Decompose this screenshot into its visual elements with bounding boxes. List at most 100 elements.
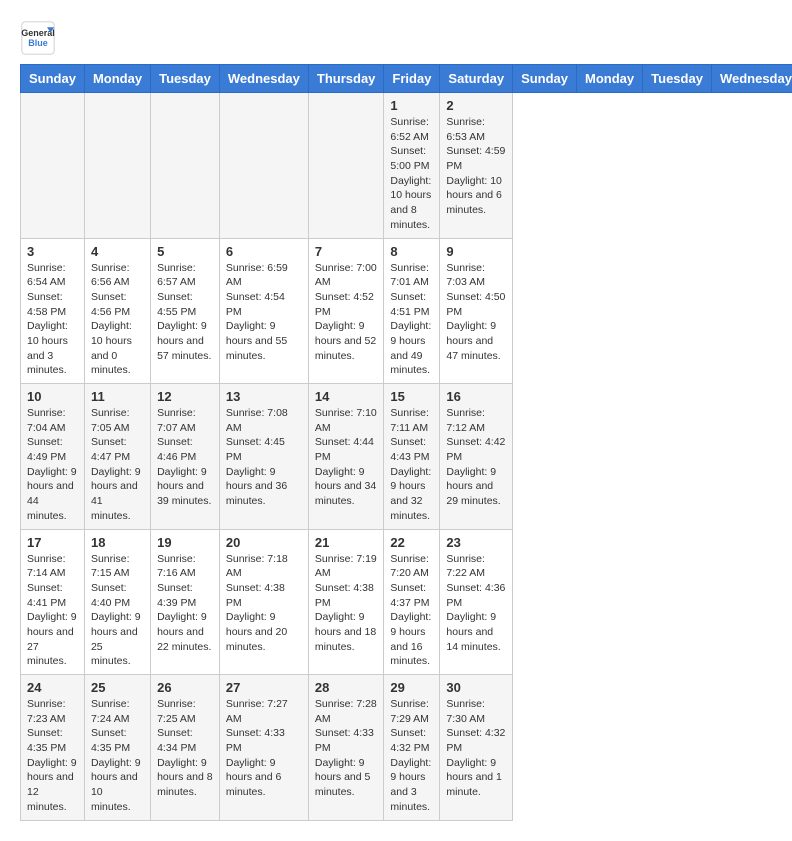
day-number: 17 xyxy=(27,535,78,550)
cell-info: Sunrise: 7:10 AM Sunset: 4:44 PM Dayligh… xyxy=(315,406,378,509)
calendar-cell: 13 Sunrise: 7:08 AM Sunset: 4:45 PM Dayli… xyxy=(219,384,308,530)
calendar-cell xyxy=(219,93,308,239)
cell-info: Sunrise: 6:56 AM Sunset: 4:56 PM Dayligh… xyxy=(91,261,144,379)
cell-info: Sunrise: 7:07 AM Sunset: 4:46 PM Dayligh… xyxy=(157,406,213,509)
day-number: 25 xyxy=(91,680,144,695)
day-number: 6 xyxy=(226,244,302,259)
day-number: 8 xyxy=(390,244,433,259)
day-number: 1 xyxy=(390,98,433,113)
calendar-cell: 21Sunrise: 7:19 AM Sunset: 4:38 PM Dayli… xyxy=(308,529,384,675)
calendar-week-row: 3 Sunrise: 6:54 AM Sunset: 4:58 PM Daylig… xyxy=(21,238,792,384)
day-number: 11 xyxy=(91,389,144,404)
calendar-cell: 17 Sunrise: 7:14 AM Sunset: 4:41 PM Dayli… xyxy=(21,529,85,675)
calendar-cell: 29 Sunrise: 7:29 AM Sunset: 4:32 PM Dayli… xyxy=(384,675,440,821)
calendar-cell xyxy=(308,93,384,239)
cell-info: Sunrise: 7:20 AM Sunset: 4:37 PM Dayligh… xyxy=(390,552,433,670)
logo: General Blue xyxy=(20,20,60,56)
day-number: 20 xyxy=(226,535,302,550)
day-header-saturday: Saturday xyxy=(440,65,513,93)
cell-info: Sunrise: 7:11 AM Sunset: 4:43 PM Dayligh… xyxy=(390,406,433,524)
day-number: 14 xyxy=(315,389,378,404)
day-header-tuesday: Tuesday xyxy=(151,65,220,93)
calendar-cell: 7 Sunrise: 7:00 AM Sunset: 4:52 PM Daylig… xyxy=(308,238,384,384)
day-number: 19 xyxy=(157,535,213,550)
day-number: 2 xyxy=(446,98,506,113)
day-header-friday: Friday xyxy=(384,65,440,93)
day-number: 29 xyxy=(390,680,433,695)
cell-info: Sunrise: 6:53 AM Sunset: 4:59 PM Dayligh… xyxy=(446,115,506,218)
calendar-cell: 5Sunrise: 6:57 AM Sunset: 4:55 PM Daylig… xyxy=(151,238,220,384)
calendar-week-row: 1 Sunrise: 6:52 AM Sunset: 5:00 PM Daylig… xyxy=(21,93,792,239)
day-number: 18 xyxy=(91,535,144,550)
calendar-week-row: 10Sunrise: 7:04 AM Sunset: 4:49 PM Dayli… xyxy=(21,384,792,530)
day-header-thursday: Thursday xyxy=(308,65,384,93)
cell-info: Sunrise: 7:12 AM Sunset: 4:42 PM Dayligh… xyxy=(446,406,506,509)
calendar-cell: 9 Sunrise: 7:03 AM Sunset: 4:50 PM Daylig… xyxy=(440,238,513,384)
day-header-sunday: Sunday xyxy=(21,65,85,93)
day-number: 26 xyxy=(157,680,213,695)
calendar-cell: 3 Sunrise: 6:54 AM Sunset: 4:58 PM Daylig… xyxy=(21,238,85,384)
cell-info: Sunrise: 7:14 AM Sunset: 4:41 PM Dayligh… xyxy=(27,552,78,670)
calendar-cell: 19 Sunrise: 7:16 AM Sunset: 4:39 PM Dayli… xyxy=(151,529,220,675)
calendar-cell xyxy=(21,93,85,239)
cell-info: Sunrise: 7:18 AM Sunset: 4:38 PM Dayligh… xyxy=(226,552,302,655)
svg-text:Blue: Blue xyxy=(28,38,48,48)
cell-info: Sunrise: 7:30 AM Sunset: 4:32 PM Dayligh… xyxy=(446,697,506,800)
calendar-cell: 6 Sunrise: 6:59 AM Sunset: 4:54 PM Daylig… xyxy=(219,238,308,384)
calendar-week-row: 24 Sunrise: 7:23 AM Sunset: 4:35 PM Dayli… xyxy=(21,675,792,821)
day-header-tuesday: Tuesday xyxy=(643,65,712,93)
calendar-cell: 28 Sunrise: 7:28 AM Sunset: 4:33 PM Dayli… xyxy=(308,675,384,821)
day-number: 23 xyxy=(446,535,506,550)
calendar-cell: 23 Sunrise: 7:22 AM Sunset: 4:36 PM Dayli… xyxy=(440,529,513,675)
cell-info: Sunrise: 6:52 AM Sunset: 5:00 PM Dayligh… xyxy=(390,115,433,233)
cell-info: Sunrise: 7:22 AM Sunset: 4:36 PM Dayligh… xyxy=(446,552,506,655)
day-number: 9 xyxy=(446,244,506,259)
calendar-cell: 25 Sunrise: 7:24 AM Sunset: 4:35 PM Dayli… xyxy=(84,675,150,821)
page-header: General Blue xyxy=(20,20,772,56)
day-number: 24 xyxy=(27,680,78,695)
cell-info: Sunrise: 6:54 AM Sunset: 4:58 PM Dayligh… xyxy=(27,261,78,379)
day-number: 12 xyxy=(157,389,213,404)
day-number: 22 xyxy=(390,535,433,550)
calendar-cell: 24 Sunrise: 7:23 AM Sunset: 4:35 PM Dayli… xyxy=(21,675,85,821)
calendar-cell: 10Sunrise: 7:04 AM Sunset: 4:49 PM Dayli… xyxy=(21,384,85,530)
calendar-cell: 22 Sunrise: 7:20 AM Sunset: 4:37 PM Dayli… xyxy=(384,529,440,675)
cell-info: Sunrise: 7:19 AM Sunset: 4:38 PM Dayligh… xyxy=(315,552,378,655)
day-header-wednesday: Wednesday xyxy=(219,65,308,93)
calendar-cell: 4 Sunrise: 6:56 AM Sunset: 4:56 PM Daylig… xyxy=(84,238,150,384)
cell-info: Sunrise: 7:28 AM Sunset: 4:33 PM Dayligh… xyxy=(315,697,378,800)
day-number: 4 xyxy=(91,244,144,259)
cell-info: Sunrise: 6:59 AM Sunset: 4:54 PM Dayligh… xyxy=(226,261,302,364)
calendar-week-row: 17 Sunrise: 7:14 AM Sunset: 4:41 PM Dayli… xyxy=(21,529,792,675)
cell-info: Sunrise: 6:57 AM Sunset: 4:55 PM Dayligh… xyxy=(157,261,213,364)
day-number: 28 xyxy=(315,680,378,695)
cell-info: Sunrise: 7:00 AM Sunset: 4:52 PM Dayligh… xyxy=(315,261,378,364)
day-header-monday: Monday xyxy=(577,65,643,93)
calendar-cell: 20 Sunrise: 7:18 AM Sunset: 4:38 PM Dayli… xyxy=(219,529,308,675)
day-header-monday: Monday xyxy=(84,65,150,93)
day-number: 27 xyxy=(226,680,302,695)
calendar-cell xyxy=(151,93,220,239)
cell-info: Sunrise: 7:25 AM Sunset: 4:34 PM Dayligh… xyxy=(157,697,213,800)
cell-info: Sunrise: 7:16 AM Sunset: 4:39 PM Dayligh… xyxy=(157,552,213,655)
cell-info: Sunrise: 7:23 AM Sunset: 4:35 PM Dayligh… xyxy=(27,697,78,815)
cell-info: Sunrise: 7:15 AM Sunset: 4:40 PM Dayligh… xyxy=(91,552,144,670)
calendar-cell: 15 Sunrise: 7:11 AM Sunset: 4:43 PM Dayli… xyxy=(384,384,440,530)
cell-info: Sunrise: 7:24 AM Sunset: 4:35 PM Dayligh… xyxy=(91,697,144,815)
cell-info: Sunrise: 7:03 AM Sunset: 4:50 PM Dayligh… xyxy=(446,261,506,364)
calendar-cell: 14 Sunrise: 7:10 AM Sunset: 4:44 PM Dayli… xyxy=(308,384,384,530)
cell-info: Sunrise: 7:27 AM Sunset: 4:33 PM Dayligh… xyxy=(226,697,302,800)
day-number: 3 xyxy=(27,244,78,259)
day-number: 7 xyxy=(315,244,378,259)
day-number: 15 xyxy=(390,389,433,404)
cell-info: Sunrise: 7:29 AM Sunset: 4:32 PM Dayligh… xyxy=(390,697,433,815)
calendar-cell xyxy=(84,93,150,239)
cell-info: Sunrise: 7:05 AM Sunset: 4:47 PM Dayligh… xyxy=(91,406,144,524)
calendar-cell: 8Sunrise: 7:01 AM Sunset: 4:51 PM Daylig… xyxy=(384,238,440,384)
cell-info: Sunrise: 7:08 AM Sunset: 4:45 PM Dayligh… xyxy=(226,406,302,509)
day-header-wednesday: Wednesday xyxy=(711,65,792,93)
day-number: 13 xyxy=(226,389,302,404)
day-number: 16 xyxy=(446,389,506,404)
calendar-cell: 16 Sunrise: 7:12 AM Sunset: 4:42 PM Dayli… xyxy=(440,384,513,530)
calendar-cell: 30Sunrise: 7:30 AM Sunset: 4:32 PM Dayli… xyxy=(440,675,513,821)
